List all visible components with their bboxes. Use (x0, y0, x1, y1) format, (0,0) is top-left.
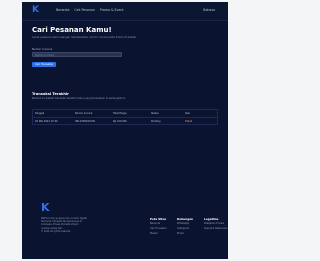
invoice-field-label: Nomor Invoice (32, 47, 53, 51)
footer-col-title: Dukungan (177, 217, 194, 221)
footer-link[interactable]: Syarat & Ketentuan (204, 227, 227, 231)
recent-transactions-section: Transaksi Terakhir Berikut ini adalah tr… (32, 92, 218, 125)
page-title: Cari Pesanan Kamu! (32, 26, 112, 34)
language-selector[interactable]: Bahasa (203, 8, 215, 12)
row-detail-link[interactable]: Detail (183, 120, 217, 123)
footer-col-title: Peta Situs (150, 217, 167, 221)
header-date: Tanggal (35, 112, 45, 115)
footer-link[interactable]: WhatsApp (177, 222, 193, 226)
search-transaction-button[interactable]: Cari Transaksi (32, 62, 57, 67)
nav-link-check-order[interactable]: Cek Pesanan (74, 8, 94, 12)
footer-copyright: © 2024 All rights reserved. (41, 229, 71, 233)
footer-link[interactable]: Email (177, 232, 193, 236)
section-subtitle: Berikut ini adalah transaksi terakhir ka… (32, 97, 126, 100)
brand-logo[interactable]: K (32, 5, 39, 16)
nav-links: Beranda Cek Pesanan Promo & Event (56, 8, 124, 12)
footer-col-support: Dukungan WhatsApp Instagram Email (177, 217, 193, 236)
footer-col-sitemap: Peta Situs Beranda Cek Transaksi Masuk (150, 217, 166, 236)
header-status: Status (151, 112, 159, 115)
site-footer: K Platform top up game dan voucher digit… (22, 197, 228, 259)
invoice-input[interactable]: Nomor Invoice (32, 52, 122, 57)
footer-link[interactable]: Beranda (150, 222, 166, 226)
transactions-table: Tanggal Nomor Invoice Total Harga Status… (32, 109, 218, 125)
header-action: Aksi (185, 112, 190, 115)
nav-link-promo[interactable]: Promo & Event (100, 8, 124, 12)
table-row[interactable]: 20 Mei 2024 10:30 INV-2405201030 Rp 150.… (33, 118, 217, 125)
row-date: 20 Mei 2024 10:30 (35, 120, 58, 123)
page-container: K Beranda Cek Pesanan Promo & Event Baha… (22, 2, 228, 259)
footer-col-title: Legalitas (204, 217, 219, 221)
footer-logo: K (41, 201, 49, 214)
page-subtitle: Lacak pesanan kamu dengan memasukkan nom… (32, 36, 137, 39)
row-status: Pending (151, 120, 161, 123)
footer-link[interactable]: Kebijakan Privasi (204, 222, 227, 226)
footer-link[interactable]: Masuk (150, 232, 166, 236)
nav-link-home[interactable]: Beranda (56, 8, 69, 12)
row-total: Rp 150.000 (113, 120, 127, 123)
header-invoice: Nomor Invoice (75, 112, 93, 115)
footer-description: Platform top up game dan voucher digital… (41, 217, 101, 233)
row-invoice: INV-2405201030 (75, 120, 96, 123)
top-navbar: K Beranda Cek Pesanan Promo & Event Baha… (22, 2, 228, 21)
table-header: Tanggal Nomor Invoice Total Harga Status… (33, 110, 217, 118)
order-search-section: Cari Pesanan Kamu! Lacak pesanan kamu de… (32, 26, 218, 67)
footer-col-legal: Legalitas Kebijakan Privasi Syarat & Ket… (204, 217, 227, 231)
footer-link[interactable]: Instagram (177, 227, 193, 231)
footer-link[interactable]: Cek Transaksi (150, 227, 166, 231)
header-total: Total Harga (113, 112, 127, 115)
